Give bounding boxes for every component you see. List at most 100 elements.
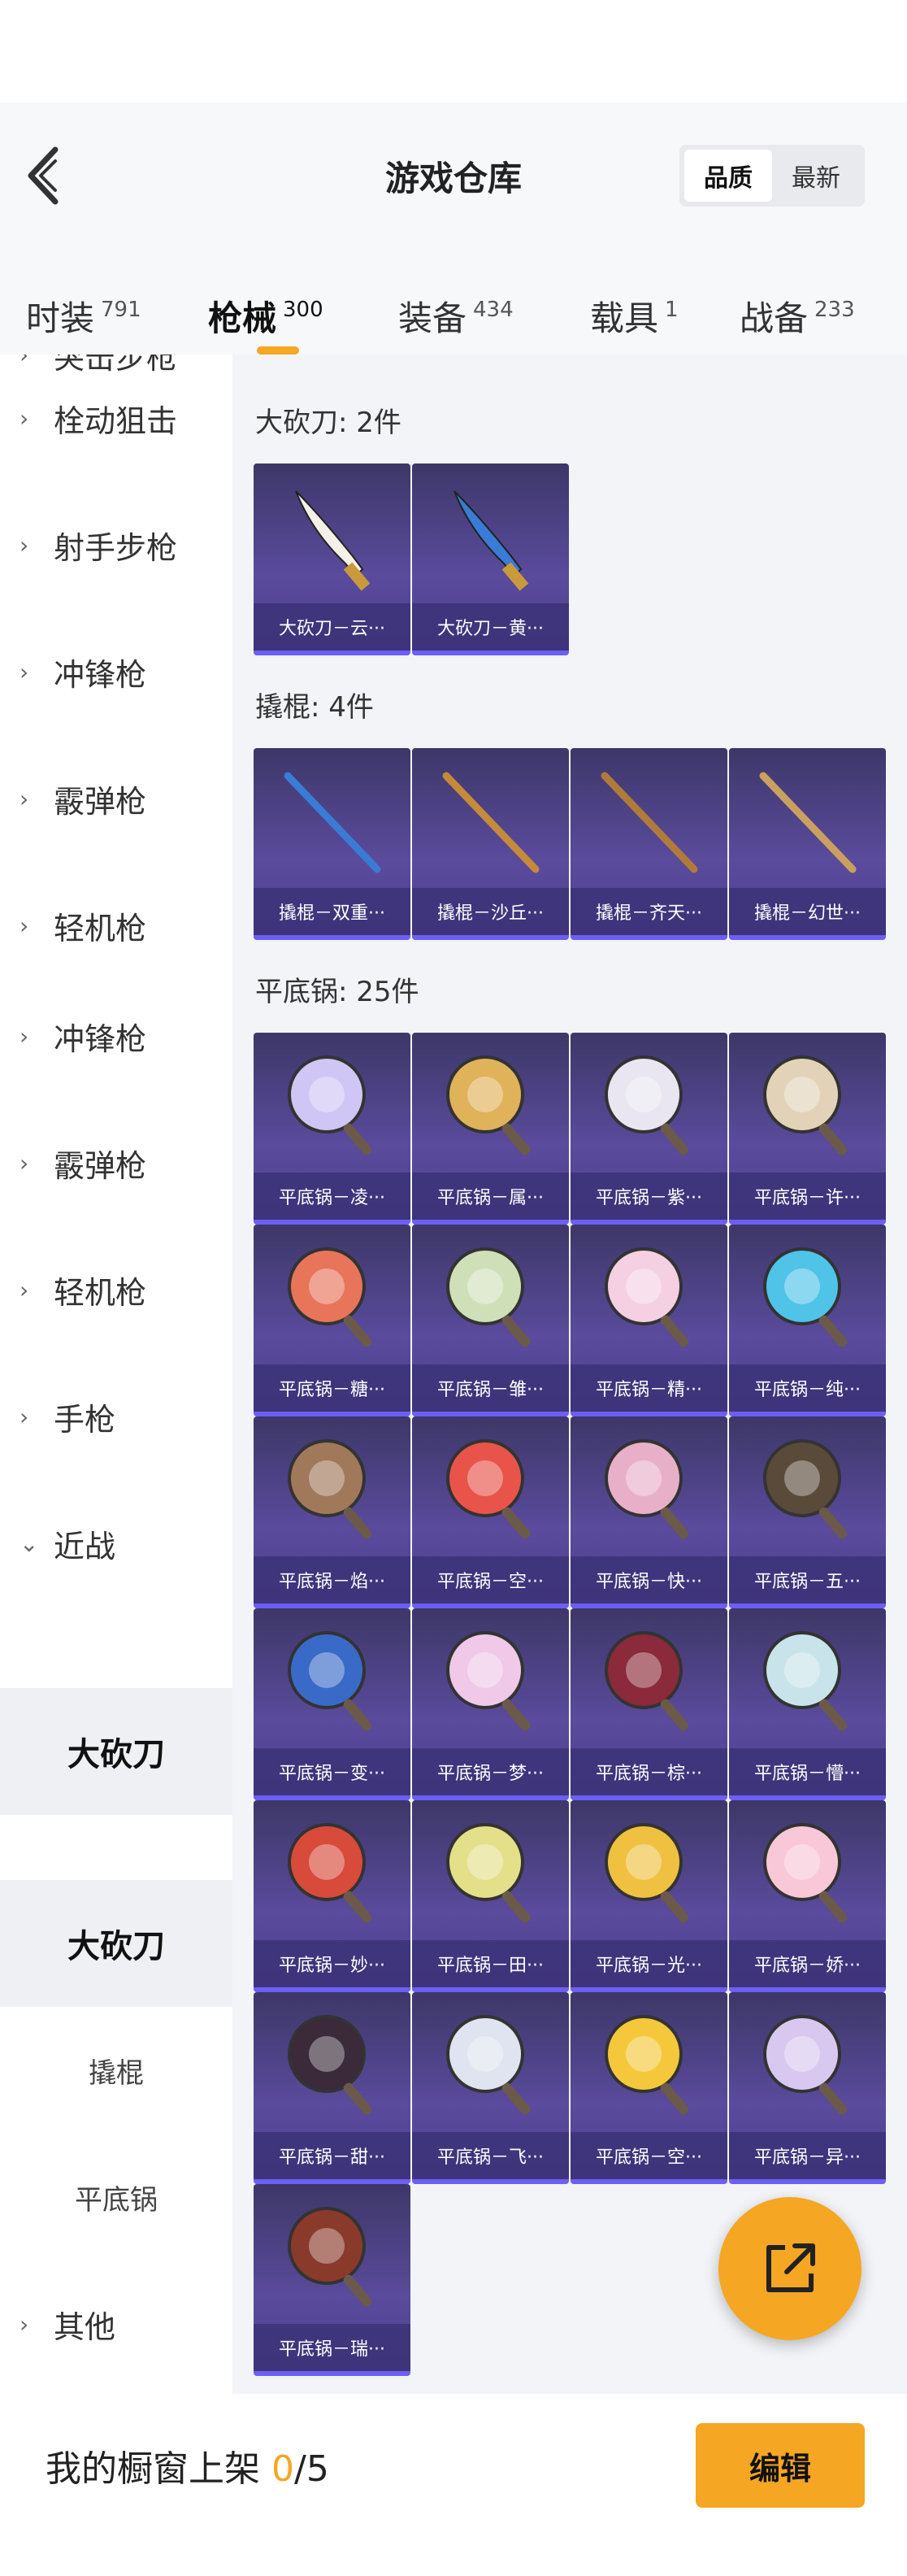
item-name: 平底锅－空··· — [412, 1556, 569, 1603]
tab-fashion[interactable]: 时装 791 — [26, 276, 141, 355]
item-tile[interactable]: 平底锅－五··· — [729, 1416, 886, 1608]
item-tile[interactable]: 大砍刀－云··· — [254, 463, 410, 655]
sidebar-item-smg-2[interactable]: › 冲锋枪 — [0, 973, 232, 1099]
sidebar-item-shotgun-2[interactable]: › 霰弹枪 — [0, 1099, 232, 1226]
item-tile[interactable]: 平底锅－雏··· — [412, 1225, 569, 1416]
item-image — [254, 463, 410, 608]
sidebar-item-label: 轻机枪 — [54, 1274, 147, 1311]
sidebar-item-label: 近战 — [54, 1528, 116, 1564]
item-tile[interactable]: 平底锅－许··· — [729, 1033, 886, 1225]
item-name: 平底锅－凌··· — [254, 1173, 410, 1220]
sidebar-item-machete-selected[interactable]: 大砍刀 — [0, 1880, 232, 2007]
sidebar-item-smg[interactable]: › 冲锋枪 — [0, 608, 232, 735]
item-tile[interactable]: 撬棍－沙丘··· — [412, 748, 569, 940]
item-tile[interactable]: 平底锅－异··· — [729, 1992, 886, 2184]
item-name: 撬棍－幻世··· — [729, 888, 886, 935]
item-tile[interactable]: 平底锅－快··· — [571, 1416, 727, 1608]
item-name: 平底锅－五··· — [729, 1556, 886, 1603]
item-tile[interactable]: 平底锅－甜··· — [254, 1992, 410, 2184]
edit-button[interactable]: 编辑 — [696, 2423, 865, 2508]
item-name: 平底锅－田··· — [412, 1940, 569, 1987]
item-tile[interactable]: 撬棍－齐天··· — [571, 748, 727, 940]
item-name: 撬棍－齐天··· — [571, 888, 727, 935]
item-tile[interactable]: 平底锅－焰··· — [254, 1416, 410, 1608]
item-name: 平底锅－雏··· — [412, 1364, 569, 1412]
sidebar-item-lmg[interactable]: › 轻机枪 — [0, 862, 232, 989]
item-tile[interactable]: 平底锅－空··· — [412, 1416, 569, 1608]
section-title-pan: 平底锅: 25件 — [255, 976, 419, 1008]
item-image — [729, 1992, 886, 2137]
tab-count: 233 — [814, 298, 855, 322]
item-image — [571, 1608, 727, 1753]
tab-label: 时装 — [26, 298, 95, 338]
item-tile[interactable]: 平底锅－妙··· — [254, 1800, 410, 1992]
item-tile[interactable]: 撬棍－幻世··· — [729, 748, 886, 940]
item-name: 平底锅－变··· — [254, 1748, 410, 1795]
sidebar-item-shotgun[interactable]: › 霰弹枪 — [0, 735, 232, 862]
item-image — [254, 1416, 410, 1561]
item-tile[interactable]: 平底锅－属··· — [412, 1033, 569, 1225]
sidebar-item-lmg-2[interactable]: › 轻机枪 — [0, 1226, 232, 1353]
item-image — [254, 1608, 410, 1753]
item-image — [729, 1800, 886, 1945]
item-tile[interactable]: 平底锅－梦··· — [412, 1608, 569, 1800]
sidebar-item-other[interactable]: › 其他 — [0, 2261, 232, 2387]
share-external-icon — [766, 2243, 815, 2292]
tab-label: 载具 — [590, 298, 659, 338]
sidebar-item-label: 冲锋枪 — [54, 656, 147, 693]
share-button[interactable] — [718, 2197, 861, 2340]
item-tile[interactable]: 平底锅－瑞··· — [254, 2184, 410, 2376]
sidebar-item-label: 大砍刀 — [67, 1736, 165, 1773]
sidebar-item-marksman-rifle[interactable]: › 射手步枪 — [0, 481, 232, 608]
item-image — [729, 748, 886, 893]
item-tile[interactable]: 平底锅－飞··· — [412, 1992, 569, 2184]
tab-count: 791 — [101, 298, 141, 322]
tab-combat-supplies[interactable]: 战备 233 — [740, 276, 855, 355]
sidebar-item-bolt-sniper[interactable]: › 栓动狙击 — [0, 355, 232, 481]
item-image — [412, 1992, 569, 2137]
sidebar-item-machete[interactable]: 大砍刀 — [0, 1688, 232, 1815]
tab-guns[interactable]: 枪械 300 — [208, 276, 323, 355]
tab-vehicles[interactable]: 载具 1 — [590, 276, 679, 355]
item-image — [729, 1608, 886, 1753]
item-tile[interactable]: 平底锅－精··· — [571, 1225, 727, 1416]
showcase-count-current: 0 — [271, 2448, 294, 2490]
showcase-status: 我的橱窗上架 0/5 — [46, 2439, 329, 2491]
sidebar-item-label: 轻机枪 — [54, 910, 147, 946]
sidebar-item-label: 射手步枪 — [54, 529, 178, 566]
item-image — [412, 1800, 569, 1945]
tab-equipment[interactable]: 装备 434 — [398, 276, 514, 355]
sort-by-quality[interactable]: 品质 — [684, 150, 772, 202]
sidebar-item-pan[interactable]: 平底锅 — [0, 2134, 232, 2261]
item-tile[interactable]: 平底锅－变··· — [254, 1608, 410, 1800]
item-tile[interactable]: 平底锅－紫··· — [571, 1033, 727, 1225]
item-name: 平底锅－糖··· — [254, 1364, 410, 1412]
sort-toggle[interactable]: 品质 最新 — [679, 145, 865, 207]
item-tile[interactable]: 平底锅－娇··· — [729, 1800, 886, 1992]
category-sidebar: › 突击步枪 › 栓动狙击 › 射手步枪 › 冲锋枪 › 霰弹枪 › 轻机枪 ›… — [0, 355, 232, 2394]
item-name: 平底锅－妙··· — [254, 1940, 410, 1987]
item-tile[interactable]: 大砍刀－黄··· — [412, 463, 569, 655]
bottom-bar: 我的橱窗上架 0/5 编辑 — [0, 2394, 907, 2576]
sidebar-item-label: 栓动狙击 — [54, 402, 178, 439]
item-tile[interactable]: 平底锅－纯··· — [729, 1225, 886, 1416]
showcase-label: 我的橱窗上架 — [46, 2448, 260, 2490]
item-image — [571, 1416, 727, 1561]
sidebar-item-crowbar[interactable]: 撬棍 — [0, 2007, 232, 2134]
item-tile[interactable]: 平底锅－棕··· — [571, 1608, 727, 1800]
chevron-right-icon: › — [20, 912, 29, 939]
item-tile[interactable]: 平底锅－糖··· — [254, 1225, 410, 1416]
item-tile[interactable]: 平底锅－空··· — [571, 1992, 727, 2184]
item-tile[interactable]: 平底锅－光··· — [571, 1800, 727, 1992]
sidebar-item-label: 大砍刀 — [67, 1928, 165, 1965]
item-image — [412, 463, 569, 608]
item-tile[interactable]: 撬棍－双重··· — [254, 748, 410, 940]
sort-by-newest[interactable]: 最新 — [772, 150, 860, 202]
item-tile[interactable]: 平底锅－田··· — [412, 1800, 569, 1992]
sidebar-item-pistol[interactable]: › 手枪 — [0, 1353, 232, 1480]
sidebar-item-melee[interactable]: ⌄ 近战 — [0, 1480, 232, 1607]
section-grid-pan: 平底锅－凌··· 平底锅－属··· 平底锅－紫··· 平底锅－许··· 平底锅－糖···… — [254, 1033, 889, 2376]
item-tile[interactable]: 平底锅－凌··· — [254, 1033, 410, 1225]
item-tile[interactable]: 平底锅－懵··· — [729, 1608, 886, 1800]
item-list: 大砍刀: 2件 大砍刀－云··· 大砍刀－黄··· 撬棍: 4件 撬棍－双重···… — [232, 355, 907, 2394]
